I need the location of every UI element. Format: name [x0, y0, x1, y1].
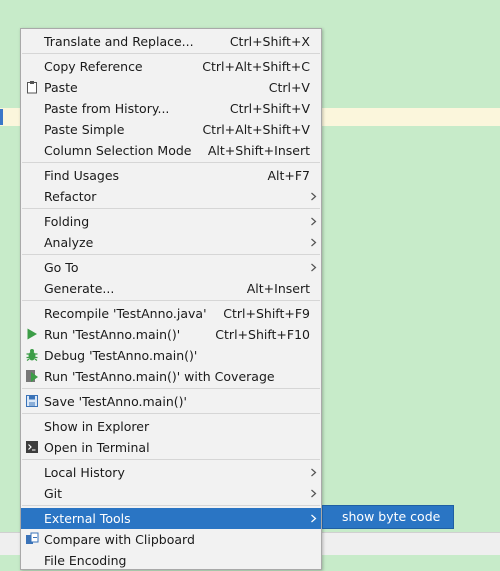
menu-separator	[22, 459, 320, 460]
menu-item-label: Find Usages	[44, 168, 120, 183]
menu-item-shortcut: Alt+F7	[267, 168, 310, 183]
menu-item-shortcut: Ctrl+Shift+V	[229, 101, 310, 116]
menu-item-label: Save 'TestAnno.main()'	[44, 394, 187, 409]
menu-item-label: Copy Reference	[44, 59, 143, 74]
menu-item-run-with-coverage[interactable]: Run 'TestAnno.main()' with Coverage	[21, 366, 321, 387]
menu-item-shortcut: Alt+Insert	[246, 281, 310, 296]
menu-item-recompile[interactable]: Recompile 'TestAnno.java' Ctrl+Shift+F9	[21, 303, 321, 324]
menu-item-paste[interactable]: Paste Ctrl+V	[21, 77, 321, 98]
menu-item-go-to[interactable]: Go To	[21, 257, 321, 278]
menu-item-label: Recompile 'TestAnno.java'	[44, 306, 207, 321]
menu-item-label: Paste	[44, 80, 78, 95]
menu-item-label: Generate...	[44, 281, 115, 296]
menu-item-label: Translate and Replace...	[44, 34, 194, 49]
menu-item-generate[interactable]: Generate... Alt+Insert	[21, 278, 321, 299]
menu-separator	[22, 300, 320, 301]
menu-item-local-history[interactable]: Local History	[21, 462, 321, 483]
menu-item-show-in-explorer[interactable]: Show in Explorer	[21, 416, 321, 437]
menu-item-label: Refactor	[44, 189, 97, 204]
menu-item-shortcut: Ctrl+V	[268, 80, 310, 95]
debug-icon	[25, 348, 39, 362]
menu-separator	[22, 162, 320, 163]
menu-item-label: Paste Simple	[44, 122, 125, 137]
menu-item-copy-reference[interactable]: Copy Reference Ctrl+Alt+Shift+C	[21, 56, 321, 77]
menu-item-label: Analyze	[44, 235, 94, 250]
menu-item-label: Run 'TestAnno.main()' with Coverage	[44, 369, 275, 384]
menu-item-analyze[interactable]: Analyze	[21, 232, 321, 253]
menu-item-label: Show in Explorer	[44, 419, 150, 434]
menu-separator	[22, 505, 320, 506]
menu-item-label: External Tools	[44, 511, 131, 526]
menu-item-paste-from-history[interactable]: Paste from History... Ctrl+Shift+V	[21, 98, 321, 119]
context-menu: Translate and Replace... Ctrl+Shift+X Co…	[20, 28, 322, 570]
menu-item-shortcut: Ctrl+Alt+Shift+V	[202, 122, 310, 137]
menu-item-label: Open in Terminal	[44, 440, 150, 455]
menu-item-external-tools[interactable]: External Tools	[21, 508, 321, 529]
menu-item-translate-and-replace[interactable]: Translate and Replace... Ctrl+Shift+X	[21, 31, 321, 52]
menu-item-shortcut: Ctrl+Alt+Shift+C	[202, 59, 310, 74]
menu-item-shortcut: Ctrl+Shift+F9	[223, 306, 310, 321]
chevron-right-icon	[311, 468, 317, 477]
menu-item-save-config[interactable]: Save 'TestAnno.main()'	[21, 391, 321, 412]
menu-item-shortcut: Ctrl+Shift+X	[229, 34, 310, 49]
external-tools-submenu: show byte code	[322, 505, 454, 529]
menu-item-label: Debug 'TestAnno.main()'	[44, 348, 198, 363]
menu-item-folding[interactable]: Folding	[21, 211, 321, 232]
menu-item-find-usages[interactable]: Find Usages Alt+F7	[21, 165, 321, 186]
coverage-icon	[25, 369, 39, 383]
menu-item-label: Local History	[44, 465, 125, 480]
menu-item-run[interactable]: Run 'TestAnno.main()' Ctrl+Shift+F10	[21, 324, 321, 345]
menu-item-label: File Encoding	[44, 553, 127, 568]
chevron-right-icon	[311, 238, 317, 247]
caret-marker	[0, 109, 3, 125]
terminal-icon	[25, 440, 39, 454]
menu-item-label: Folding	[44, 214, 90, 229]
menu-item-label: Paste from History...	[44, 101, 170, 116]
menu-separator	[22, 254, 320, 255]
menu-separator	[22, 413, 320, 414]
save-config-icon	[25, 394, 39, 408]
menu-item-debug[interactable]: Debug 'TestAnno.main()'	[21, 345, 321, 366]
chevron-right-icon	[311, 263, 317, 272]
submenu-item-label: show byte code	[342, 509, 441, 524]
compare-icon	[25, 532, 39, 546]
menu-item-refactor[interactable]: Refactor	[21, 186, 321, 207]
menu-item-open-in-terminal[interactable]: Open in Terminal	[21, 437, 321, 458]
chevron-right-icon	[311, 217, 317, 226]
menu-item-label: Run 'TestAnno.main()'	[44, 327, 181, 342]
menu-separator	[22, 208, 320, 209]
menu-item-label: Go To	[44, 260, 79, 275]
menu-item-shortcut: Ctrl+Shift+F10	[215, 327, 310, 342]
menu-separator	[22, 388, 320, 389]
chevron-right-icon	[311, 192, 317, 201]
chevron-right-icon	[311, 489, 317, 498]
menu-item-git[interactable]: Git	[21, 483, 321, 504]
menu-separator	[22, 53, 320, 54]
menu-item-paste-simple[interactable]: Paste Simple Ctrl+Alt+Shift+V	[21, 119, 321, 140]
menu-item-label: Git	[44, 486, 63, 501]
menu-item-file-encoding[interactable]: File Encoding	[21, 550, 321, 571]
menu-item-compare-with-clipboard[interactable]: Compare with Clipboard	[21, 529, 321, 550]
menu-item-label: Compare with Clipboard	[44, 532, 195, 547]
chevron-right-icon	[311, 514, 317, 523]
menu-item-column-selection-mode[interactable]: Column Selection Mode Alt+Shift+Insert	[21, 140, 321, 161]
menu-item-shortcut: Alt+Shift+Insert	[207, 143, 310, 158]
run-icon	[25, 327, 39, 341]
paste-icon	[25, 80, 39, 94]
menu-item-label: Column Selection Mode	[44, 143, 192, 158]
submenu-item-show-byte-code[interactable]: show byte code	[323, 506, 453, 528]
